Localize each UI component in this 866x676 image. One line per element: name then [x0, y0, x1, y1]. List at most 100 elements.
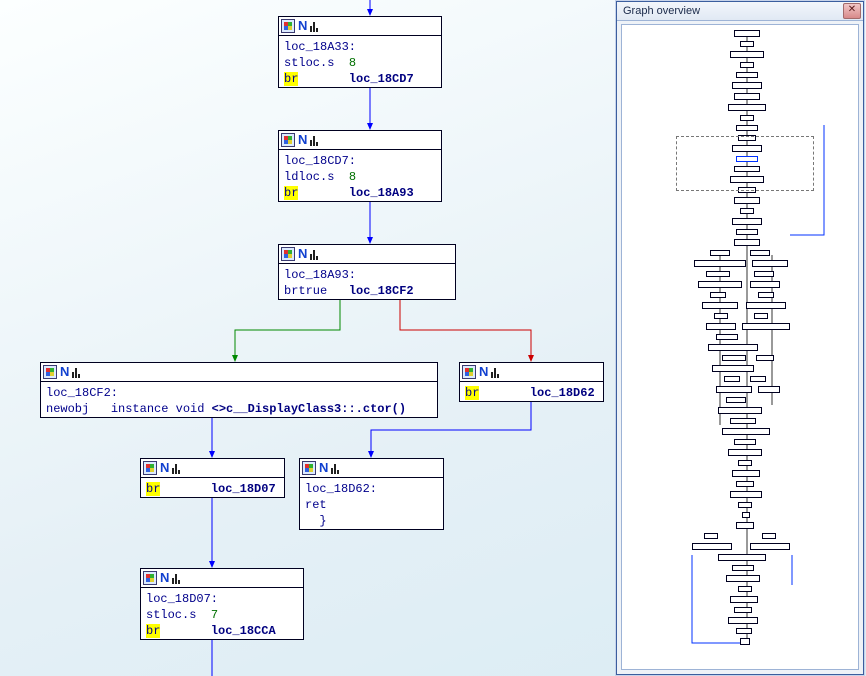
disasm-token — [298, 186, 348, 200]
minimap-node — [730, 51, 764, 58]
minimap-node — [736, 229, 758, 235]
minimap-node — [734, 93, 760, 100]
disasm-token: br — [146, 482, 160, 496]
cfg-node-n5[interactable]: Nbr loc_18D62 — [459, 362, 604, 402]
cfg-node-n3[interactable]: Nloc_18A93:brtrue loc_18CF2 — [278, 244, 456, 300]
minimap-node — [706, 271, 730, 277]
disasm-line: loc_18CD7: — [284, 153, 436, 169]
minimap-node — [694, 260, 746, 267]
disasm-token — [160, 482, 210, 496]
disasm-line: loc_18A93: — [284, 267, 450, 283]
minimap-node — [762, 533, 776, 539]
minimap-node — [734, 30, 760, 37]
minimap-node — [712, 365, 754, 372]
minimap-node — [750, 281, 780, 288]
n-icon: N — [296, 19, 309, 33]
disasm-token: loc_18D62: — [305, 482, 377, 496]
overview-title: Graph overview — [623, 5, 700, 17]
node-body: br loc_18D62 — [460, 382, 603, 405]
cfg-node-n8[interactable]: Nloc_18D07:stloc.s 7br loc_18CCA — [140, 568, 304, 640]
cfg-node-n1[interactable]: Nloc_18A33:stloc.s 8br loc_18CD7 — [278, 16, 442, 88]
graph-edges-layer — [0, 0, 620, 676]
node-header[interactable]: N — [279, 17, 441, 36]
overview-minimap[interactable] — [621, 24, 859, 670]
disasm-line: } — [305, 513, 438, 529]
cfg-node-n7[interactable]: Nloc_18D62:ret } — [299, 458, 444, 530]
disasm-line: br loc_18D62 — [465, 385, 598, 401]
node-header[interactable]: N — [460, 363, 603, 382]
node-body: loc_18A33:stloc.s 8br loc_18CD7 — [279, 36, 441, 91]
minimap-node — [732, 82, 762, 89]
minimap-node — [734, 239, 760, 246]
minimap-node — [718, 554, 766, 561]
minimap-node — [750, 543, 790, 550]
minimap-node — [732, 565, 754, 571]
overview-titlebar[interactable]: Graph overview ✕ — [617, 2, 863, 21]
disasm-token: br — [465, 386, 479, 400]
disasm-token: br — [284, 186, 298, 200]
n-icon: N — [477, 365, 490, 379]
minimap-node — [740, 638, 750, 645]
cfg-node-n4[interactable]: Nloc_18CF2:newobj instance void <>c__Dis… — [40, 362, 438, 418]
disasm-token: } — [305, 514, 327, 528]
minimap-node — [724, 376, 740, 382]
minimap-node — [710, 250, 730, 256]
node-header[interactable]: N — [279, 131, 441, 150]
minimap-node — [726, 397, 746, 403]
minimap-node — [746, 302, 786, 309]
graph-overview-panel[interactable]: Graph overview ✕ — [616, 1, 864, 675]
disasm-line: loc_18CF2: — [46, 385, 432, 401]
minimap-node — [736, 628, 752, 634]
node-header[interactable]: N — [279, 245, 455, 264]
disasm-line: newobj instance void <>c__DisplayClass3:… — [46, 401, 432, 417]
minimap-node — [736, 72, 758, 78]
bars-icon — [72, 366, 80, 378]
disasm-line: ret — [305, 497, 438, 513]
rgb-grid-icon — [43, 365, 57, 379]
disasm-token: loc_18CCA — [211, 624, 276, 638]
minimap-viewport[interactable] — [676, 136, 814, 191]
minimap-node — [716, 334, 738, 340]
disasm-line: brtrue loc_18CF2 — [284, 283, 450, 299]
minimap-node — [756, 355, 774, 361]
minimap-node — [742, 323, 790, 330]
minimap-node — [692, 543, 732, 550]
node-header[interactable]: N — [41, 363, 437, 382]
close-icon[interactable]: ✕ — [843, 3, 861, 19]
disasm-token: loc_18CF2 — [349, 284, 414, 298]
disasm-token: 7 — [211, 608, 218, 622]
node-body: loc_18D07:stloc.s 7br loc_18CCA — [141, 588, 303, 643]
disasm-line: loc_18D62: — [305, 481, 438, 497]
minimap-node — [734, 607, 752, 613]
cfg-node-n2[interactable]: Nloc_18CD7:ldloc.s 8br loc_18A93 — [278, 130, 442, 202]
minimap-node — [754, 271, 774, 277]
rgb-grid-icon — [143, 461, 157, 475]
disasm-token — [160, 624, 210, 638]
n-icon: N — [58, 365, 71, 379]
disasm-token: 8 — [349, 56, 356, 70]
disasm-token: stloc.s — [146, 608, 211, 622]
disasm-token: loc_18D62 — [530, 386, 595, 400]
disasm-line: ldloc.s 8 — [284, 169, 436, 185]
minimap-node — [706, 323, 736, 330]
bars-icon — [491, 366, 499, 378]
node-header[interactable]: N — [300, 459, 443, 478]
rgb-grid-icon — [302, 461, 316, 475]
bars-icon — [331, 462, 339, 474]
disasm-token: <>c__DisplayClass3::.ctor() — [212, 402, 406, 416]
minimap-node — [718, 407, 762, 414]
minimap-node — [728, 104, 766, 111]
node-header[interactable]: N — [141, 569, 303, 588]
minimap-node — [754, 313, 768, 319]
minimap-node — [726, 575, 760, 582]
disasm-line: br loc_18D07 — [146, 481, 279, 497]
minimap-node — [736, 125, 758, 131]
disasm-token: loc_18A93: — [284, 268, 356, 282]
minimap-node — [752, 260, 788, 267]
node-header[interactable]: N — [141, 459, 284, 478]
bars-icon — [310, 248, 318, 260]
n-icon: N — [317, 461, 330, 475]
disasm-token: loc_18D07: — [146, 592, 218, 606]
minimap-node — [742, 512, 750, 518]
cfg-node-n6[interactable]: Nbr loc_18D07 — [140, 458, 285, 498]
